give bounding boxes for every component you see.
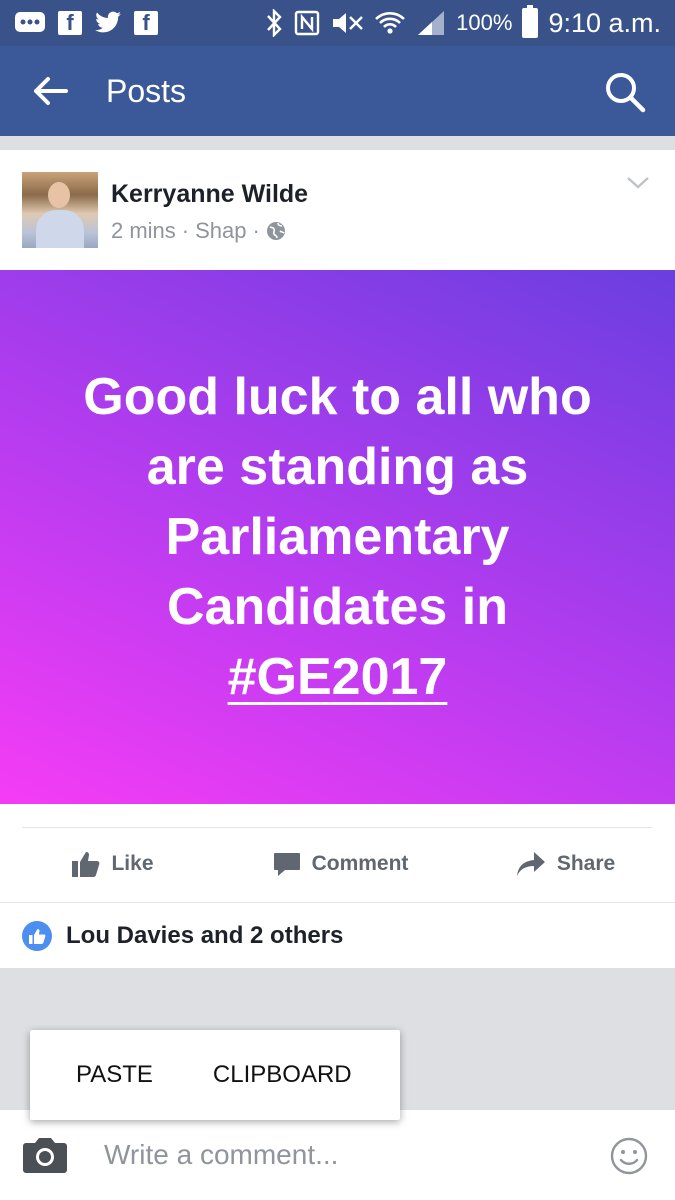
page-title: Posts [106, 72, 187, 109]
wifi-icon [374, 9, 406, 37]
camera-button[interactable] [22, 1135, 68, 1175]
post-header: Kerryanne Wilde 2 mins · Shap · [0, 150, 675, 270]
thumbs-up-icon [72, 852, 100, 877]
comment-label: Comment [311, 852, 409, 875]
smiley-icon [610, 1137, 648, 1175]
back-arrow-icon [34, 77, 68, 105]
nfc-icon [294, 10, 320, 36]
status-bar: f f 100% 9:10 a.m. [0, 0, 675, 46]
post-location[interactable]: Shap [195, 218, 246, 244]
avatar[interactable] [22, 172, 98, 248]
post-card: Kerryanne Wilde 2 mins · Shap · Good luc… [0, 150, 675, 968]
battery-percent: 100% [456, 10, 513, 35]
facebook-notification-icon-2: f [134, 10, 158, 35]
comment-input[interactable] [104, 1125, 564, 1185]
battery-icon [522, 5, 539, 38]
mute-icon [330, 10, 364, 36]
meta-separator-2: · [252, 218, 260, 243]
clipboard-popup: PASTE CLIPBOARD [30, 1030, 400, 1120]
like-reaction-icon [22, 920, 52, 951]
post-menu-button[interactable] [625, 172, 651, 192]
comment-icon [273, 853, 300, 876]
post-time[interactable]: 2 mins [111, 218, 176, 244]
reactions-summary[interactable]: Lou Davies and 2 others [0, 902, 675, 968]
twitter-icon [94, 11, 122, 35]
share-label: Share [556, 852, 616, 875]
share-arrow-icon [516, 852, 545, 876]
emoji-button[interactable] [609, 1136, 649, 1176]
back-button[interactable] [0, 46, 100, 136]
post-text-body: Good luck to all who are standing as Par… [83, 368, 592, 636]
like-label: Like [111, 852, 154, 875]
message-icon [14, 10, 46, 36]
bluetooth-icon [264, 9, 284, 37]
paste-button[interactable]: PASTE [76, 1061, 153, 1089]
post-meta: 2 mins · Shap · [111, 218, 286, 244]
hashtag-link[interactable]: #GE2017 [228, 648, 448, 706]
like-button[interactable]: Like [0, 828, 225, 900]
share-button[interactable]: Share [455, 828, 675, 900]
post-actions: Like Comment Share [0, 828, 675, 900]
search-icon [606, 73, 646, 113]
app-bar: Posts [0, 46, 675, 136]
reactions-text: Lou Davies and 2 others [66, 921, 344, 949]
author-name[interactable]: Kerryanne Wilde [111, 180, 308, 209]
post-text: Good luck to all who are standing as Par… [58, 362, 618, 712]
comment-button[interactable]: Comment [225, 828, 455, 900]
globe-icon [266, 221, 286, 241]
camera-icon [23, 1138, 67, 1173]
chevron-down-icon [627, 177, 649, 189]
facebook-notification-icon: f [58, 10, 82, 35]
clock: 9:10 a.m. [548, 7, 661, 38]
clipboard-button[interactable]: CLIPBOARD [213, 1061, 352, 1089]
search-button[interactable] [603, 70, 647, 114]
meta-separator: · [181, 218, 190, 243]
post-colored-background: Good luck to all who are standing as Par… [0, 270, 675, 804]
comment-bar [0, 1110, 675, 1200]
signal-icon [416, 9, 446, 37]
